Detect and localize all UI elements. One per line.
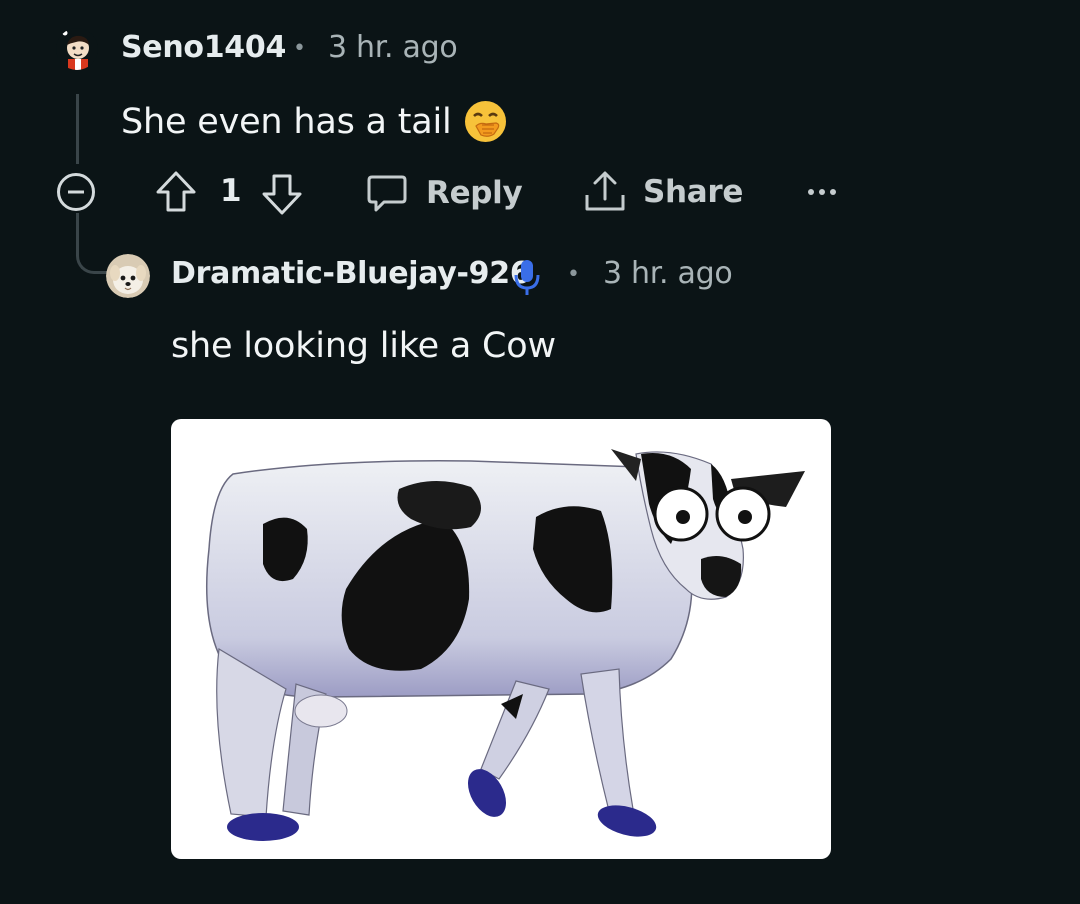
reply-username[interactable]: Dramatic-Bluejay-926 xyxy=(171,256,531,291)
upvote-arrow-icon xyxy=(156,171,196,212)
more-options-button[interactable] xyxy=(806,178,838,206)
reply-timestamp: 3 hr. ago xyxy=(603,256,733,291)
meta-separator: • xyxy=(567,262,580,287)
downvote-arrow-icon xyxy=(262,174,302,215)
cow-image[interactable] xyxy=(171,419,831,859)
comment-timestamp: 3 hr. ago xyxy=(328,30,458,65)
comment-text: She even has a tail xyxy=(121,101,452,142)
reply-label: Reply xyxy=(426,175,523,211)
reply-text: she looking like a Cow xyxy=(171,326,556,366)
more-dots-icon xyxy=(808,189,836,195)
share-icon xyxy=(585,171,625,211)
reply-button[interactable]: Reply xyxy=(366,170,523,216)
user-avatar[interactable] xyxy=(56,28,98,70)
downvote-button[interactable] xyxy=(260,172,304,216)
collapse-minus-icon xyxy=(57,173,95,211)
upvote-button[interactable] xyxy=(154,170,198,214)
collapse-button[interactable] xyxy=(56,172,96,212)
comment-body: She even has a tail xyxy=(121,100,507,143)
thread-line[interactable] xyxy=(76,94,79,164)
comment-bubble-icon xyxy=(367,175,407,212)
thread-connector xyxy=(76,213,109,274)
reply-user-avatar[interactable] xyxy=(106,254,150,298)
vote-count: 1 xyxy=(220,173,242,209)
hand-over-mouth-face-icon xyxy=(464,100,507,143)
comment-username[interactable]: Seno1404 xyxy=(121,30,286,65)
microphone-icon xyxy=(512,258,542,298)
share-button[interactable]: Share xyxy=(583,168,743,216)
share-label: Share xyxy=(643,174,744,210)
meta-separator: • xyxy=(293,36,306,61)
